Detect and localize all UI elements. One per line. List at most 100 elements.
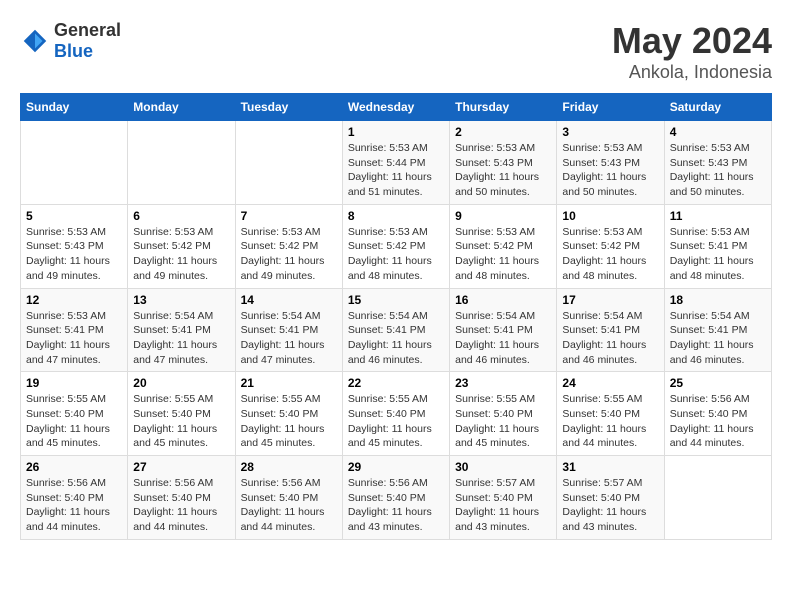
calendar-cell: 6 Sunrise: 5:53 AMSunset: 5:42 PMDaylight…: [128, 204, 235, 288]
calendar-cell: 14Sunrise: 5:54 AMSunset: 5:41 PMDayligh…: [235, 288, 342, 372]
day-info: Sunrise: 5:57 AMSunset: 5:40 PMDaylight:…: [455, 476, 551, 535]
calendar-cell: 1Sunrise: 5:53 AMSunset: 5:44 PMDaylight…: [342, 121, 449, 205]
calendar-cell: [128, 121, 235, 205]
page-header: General Blue May 2024 Ankola, Indonesia: [20, 20, 772, 83]
calendar-week-row: 5 Sunrise: 5:53 AMSunset: 5:43 PMDaylight…: [21, 204, 772, 288]
day-info: Sunrise: 5:53 AMSunset: 5:43 PMDaylight:…: [26, 225, 122, 284]
day-info: Sunrise: 5:55 AMSunset: 5:40 PMDaylight:…: [26, 392, 122, 451]
calendar-cell: 2Sunrise: 5:53 AMSunset: 5:43 PMDaylight…: [450, 121, 557, 205]
day-info: Sunrise: 5:56 AMSunset: 5:40 PMDaylight:…: [241, 476, 337, 535]
day-info: Sunrise: 5:54 AMSunset: 5:41 PMDaylight:…: [348, 309, 444, 368]
day-number: 12: [26, 293, 122, 307]
calendar-cell: 22Sunrise: 5:55 AMSunset: 5:40 PMDayligh…: [342, 372, 449, 456]
calendar-header-row: SundayMondayTuesdayWednesdayThursdayFrid…: [21, 94, 772, 121]
day-number: 16: [455, 293, 551, 307]
day-info: Sunrise: 5:56 AMSunset: 5:40 PMDaylight:…: [670, 392, 766, 451]
day-number: 18: [670, 293, 766, 307]
day-info: Sunrise: 5:55 AMSunset: 5:40 PMDaylight:…: [133, 392, 229, 451]
calendar-body: 1Sunrise: 5:53 AMSunset: 5:44 PMDaylight…: [21, 121, 772, 540]
day-info: Sunrise: 5:55 AMSunset: 5:40 PMDaylight:…: [241, 392, 337, 451]
day-info: Sunrise: 5:53 AMSunset: 5:42 PMDaylight:…: [133, 225, 229, 284]
page-subtitle: Ankola, Indonesia: [612, 62, 772, 83]
calendar-cell: [21, 121, 128, 205]
calendar-cell: 12 Sunrise: 5:53 AMSunset: 5:41 PMDayligh…: [21, 288, 128, 372]
calendar-cell: 27 Sunrise: 5:56 AMSunset: 5:40 PMDayligh…: [128, 456, 235, 540]
calendar-cell: 16Sunrise: 5:54 AMSunset: 5:41 PMDayligh…: [450, 288, 557, 372]
day-info: Sunrise: 5:56 AMSunset: 5:40 PMDaylight:…: [348, 476, 444, 535]
day-number: 5: [26, 209, 122, 223]
logo-text: General Blue: [54, 20, 121, 62]
calendar-cell: 28 Sunrise: 5:56 AMSunset: 5:40 PMDayligh…: [235, 456, 342, 540]
day-info: Sunrise: 5:57 AMSunset: 5:40 PMDaylight:…: [562, 476, 658, 535]
day-number: 7: [241, 209, 337, 223]
calendar-header-cell: Monday: [128, 94, 235, 121]
logo-blue: Blue: [54, 41, 121, 62]
page-title: May 2024: [612, 20, 772, 62]
logo-general: General: [54, 20, 121, 41]
calendar-cell: 5 Sunrise: 5:53 AMSunset: 5:43 PMDaylight…: [21, 204, 128, 288]
day-number: 6: [133, 209, 229, 223]
day-info: Sunrise: 5:53 AMSunset: 5:42 PMDaylight:…: [562, 225, 658, 284]
day-info: Sunrise: 5:56 AMSunset: 5:40 PMDaylight:…: [133, 476, 229, 535]
day-info: Sunrise: 5:53 AMSunset: 5:41 PMDaylight:…: [670, 225, 766, 284]
title-block: May 2024 Ankola, Indonesia: [612, 20, 772, 83]
day-number: 15: [348, 293, 444, 307]
calendar-cell: 4 Sunrise: 5:53 AMSunset: 5:43 PMDaylight…: [664, 121, 771, 205]
calendar-cell: 19 Sunrise: 5:55 AMSunset: 5:40 PMDayligh…: [21, 372, 128, 456]
calendar-cell: 10Sunrise: 5:53 AMSunset: 5:42 PMDayligh…: [557, 204, 664, 288]
day-number: 28: [241, 460, 337, 474]
day-info: Sunrise: 5:55 AMSunset: 5:40 PMDaylight:…: [455, 392, 551, 451]
day-number: 19: [26, 376, 122, 390]
day-info: Sunrise: 5:55 AMSunset: 5:40 PMDaylight:…: [348, 392, 444, 451]
calendar-cell: [664, 456, 771, 540]
logo-icon: [20, 26, 50, 56]
day-number: 13: [133, 293, 229, 307]
calendar-table: SundayMondayTuesdayWednesdayThursdayFrid…: [20, 93, 772, 540]
day-number: 17: [562, 293, 658, 307]
calendar-cell: 13 Sunrise: 5:54 AMSunset: 5:41 PMDayligh…: [128, 288, 235, 372]
calendar-cell: 26 Sunrise: 5:56 AMSunset: 5:40 PMDayligh…: [21, 456, 128, 540]
day-info: Sunrise: 5:54 AMSunset: 5:41 PMDaylight:…: [562, 309, 658, 368]
calendar-cell: 31Sunrise: 5:57 AMSunset: 5:40 PMDayligh…: [557, 456, 664, 540]
day-info: Sunrise: 5:53 AMSunset: 5:41 PMDaylight:…: [26, 309, 122, 368]
day-info: Sunrise: 5:55 AMSunset: 5:40 PMDaylight:…: [562, 392, 658, 451]
day-number: 26: [26, 460, 122, 474]
calendar-cell: 7 Sunrise: 5:53 AMSunset: 5:42 PMDaylight…: [235, 204, 342, 288]
day-info: Sunrise: 5:53 AMSunset: 5:42 PMDaylight:…: [241, 225, 337, 284]
day-number: 3: [562, 125, 658, 139]
day-number: 30: [455, 460, 551, 474]
calendar-header-cell: Sunday: [21, 94, 128, 121]
day-info: Sunrise: 5:54 AMSunset: 5:41 PMDaylight:…: [670, 309, 766, 368]
calendar-cell: 29Sunrise: 5:56 AMSunset: 5:40 PMDayligh…: [342, 456, 449, 540]
day-number: 11: [670, 209, 766, 223]
day-number: 9: [455, 209, 551, 223]
calendar-cell: 18 Sunrise: 5:54 AMSunset: 5:41 PMDayligh…: [664, 288, 771, 372]
day-info: Sunrise: 5:53 AMSunset: 5:43 PMDaylight:…: [562, 141, 658, 200]
day-info: Sunrise: 5:56 AMSunset: 5:40 PMDaylight:…: [26, 476, 122, 535]
day-info: Sunrise: 5:53 AMSunset: 5:42 PMDaylight:…: [348, 225, 444, 284]
day-info: Sunrise: 5:54 AMSunset: 5:41 PMDaylight:…: [133, 309, 229, 368]
day-info: Sunrise: 5:53 AMSunset: 5:43 PMDaylight:…: [670, 141, 766, 200]
day-number: 24: [562, 376, 658, 390]
calendar-cell: 9Sunrise: 5:53 AMSunset: 5:42 PMDaylight…: [450, 204, 557, 288]
calendar-cell: 23 Sunrise: 5:55 AMSunset: 5:40 PMDayligh…: [450, 372, 557, 456]
day-number: 21: [241, 376, 337, 390]
calendar-cell: 8 Sunrise: 5:53 AMSunset: 5:42 PMDaylight…: [342, 204, 449, 288]
calendar-header-cell: Tuesday: [235, 94, 342, 121]
calendar-cell: 20 Sunrise: 5:55 AMSunset: 5:40 PMDayligh…: [128, 372, 235, 456]
day-number: 8: [348, 209, 444, 223]
day-number: 14: [241, 293, 337, 307]
day-info: Sunrise: 5:53 AMSunset: 5:43 PMDaylight:…: [455, 141, 551, 200]
calendar-cell: 24 Sunrise: 5:55 AMSunset: 5:40 PMDayligh…: [557, 372, 664, 456]
calendar-header-cell: Friday: [557, 94, 664, 121]
day-number: 20: [133, 376, 229, 390]
calendar-cell: 15 Sunrise: 5:54 AMSunset: 5:41 PMDayligh…: [342, 288, 449, 372]
calendar-header-cell: Saturday: [664, 94, 771, 121]
day-number: 27: [133, 460, 229, 474]
day-number: 4: [670, 125, 766, 139]
calendar-cell: 30 Sunrise: 5:57 AMSunset: 5:40 PMDayligh…: [450, 456, 557, 540]
day-number: 23: [455, 376, 551, 390]
calendar-week-row: 19 Sunrise: 5:55 AMSunset: 5:40 PMDayligh…: [21, 372, 772, 456]
calendar-cell: 21 Sunrise: 5:55 AMSunset: 5:40 PMDayligh…: [235, 372, 342, 456]
day-info: Sunrise: 5:53 AMSunset: 5:44 PMDaylight:…: [348, 141, 444, 200]
